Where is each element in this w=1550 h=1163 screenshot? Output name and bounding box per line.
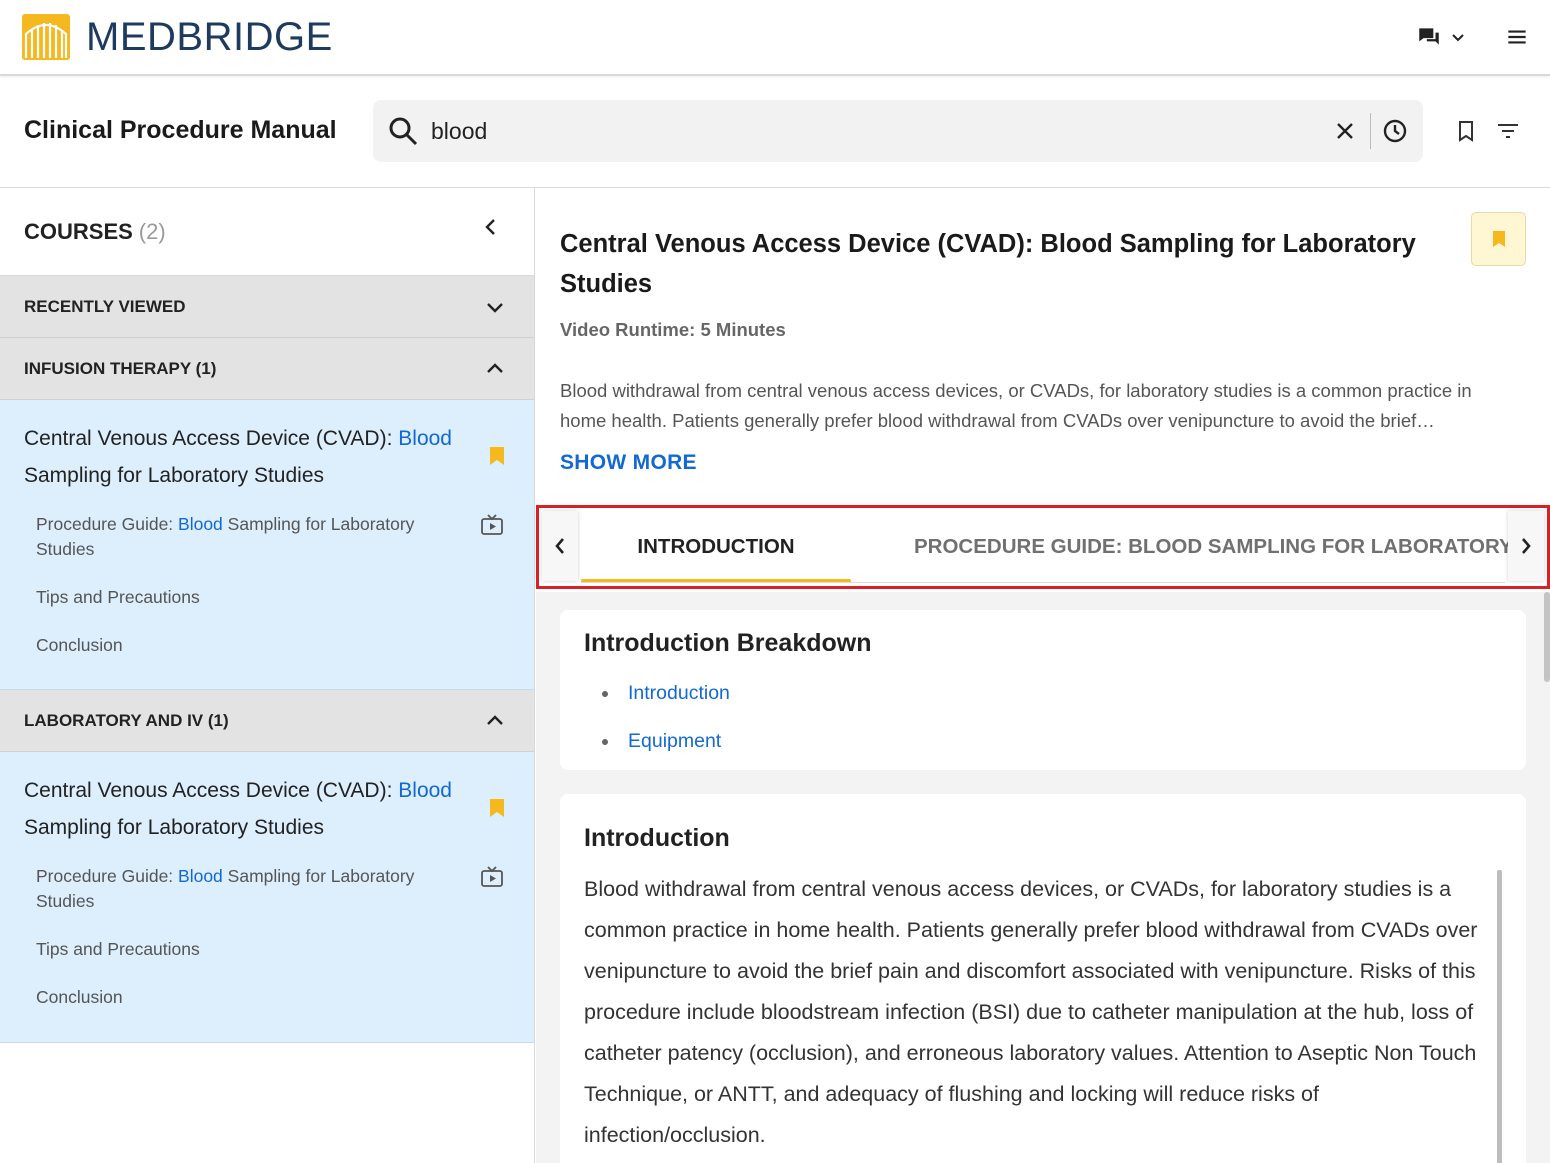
top-bar: MEDBRIDGE xyxy=(0,0,1550,76)
tab-scroll-left-button[interactable] xyxy=(542,511,578,581)
course-title-highlight: Blood xyxy=(398,779,452,802)
chat-icon xyxy=(1419,28,1439,45)
bookmark-icon[interactable] xyxy=(1453,118,1479,144)
breakdown-link-equipment[interactable]: Equipment xyxy=(602,730,730,778)
hamburger-menu-icon[interactable] xyxy=(1504,24,1530,50)
bookmark-filled-icon xyxy=(1492,231,1505,247)
introduction-text: Blood withdrawal from central venous acc… xyxy=(584,877,1478,1147)
section-label: LABORATORY AND IV (1) xyxy=(24,710,229,730)
course-item: Central Venous Access Device (CVAD): Blo… xyxy=(0,752,534,1043)
breakdown-title: Introduction Breakdown xyxy=(584,629,872,657)
course-subitem-procedure-guide[interactable]: Procedure Guide: Blood Sampling for Labo… xyxy=(0,864,534,914)
chevron-down-icon xyxy=(487,303,503,313)
course-title-highlight: Blood xyxy=(398,427,452,450)
course-detail-title: Central Venous Access Device (CVAD): Blo… xyxy=(560,230,1416,298)
course-title-suffix: Sampling for Laboratory Studies xyxy=(24,464,324,487)
tab-procedure-guide[interactable]: PROCEDURE GUIDE: BLOOD SAMPLING FOR LABO… xyxy=(914,508,1509,586)
bookmark-filled-icon[interactable] xyxy=(488,445,506,467)
course-item: Central Venous Access Device (CVAD): Blo… xyxy=(0,400,534,690)
introduction-title: Introduction xyxy=(584,824,730,852)
brand-name: MEDBRIDGE xyxy=(86,14,333,59)
bookmark-filled-icon[interactable] xyxy=(488,797,506,819)
search-input[interactable] xyxy=(431,117,1311,145)
page-title: Clinical Procedure Manual xyxy=(24,116,337,144)
introduction-card: Introduction Blood withdrawal from centr… xyxy=(560,794,1526,1163)
chevron-down-icon xyxy=(1452,34,1464,42)
breakdown-card: Introduction Breakdown Introduction Equi… xyxy=(560,610,1526,770)
course-detail: Central Venous Access Device (CVAD): Blo… xyxy=(536,188,1550,1163)
course-title-suffix: Sampling for Laboratory Studies xyxy=(24,816,324,839)
tab-divider xyxy=(581,582,1505,583)
video-runtime: Video Runtime: 5 Minutes xyxy=(560,319,786,340)
filter-icon[interactable] xyxy=(1494,118,1522,144)
courses-count: (2) xyxy=(138,218,166,244)
chevron-up-icon xyxy=(487,363,503,373)
chevron-left-icon[interactable] xyxy=(480,216,502,238)
search-icon xyxy=(389,117,418,146)
chat-menu-button[interactable] xyxy=(1416,24,1466,50)
bookmark-button[interactable] xyxy=(1471,212,1526,266)
video-icon xyxy=(481,514,503,535)
section-infusion-therapy[interactable]: INFUSION THERAPY (1) xyxy=(0,338,534,400)
section-laboratory-iv[interactable]: LABORATORY AND IV (1) xyxy=(0,690,534,752)
tab-strip: INTRODUCTION PROCEDURE GUIDE: BLOOD SAMP… xyxy=(581,508,1509,586)
tab-content: Introduction Breakdown Introduction Equi… xyxy=(536,592,1550,1163)
tab-introduction[interactable]: INTRODUCTION xyxy=(581,508,851,586)
breakdown-link-introduction[interactable]: Introduction xyxy=(602,682,730,730)
section-recently-viewed[interactable]: RECENTLY VIEWED xyxy=(0,276,534,338)
tab-bar: INTRODUCTION PROCEDURE GUIDE: BLOOD SAMP… xyxy=(536,505,1550,589)
subitem-prefix: Procedure Guide: xyxy=(36,514,179,534)
chevron-right-icon xyxy=(1522,538,1531,554)
course-description: Blood withdrawal from central venous acc… xyxy=(560,380,1472,431)
course-subitem-conclusion[interactable]: Conclusion xyxy=(0,633,534,658)
history-clock-icon[interactable] xyxy=(1381,117,1409,145)
show-more-link[interactable]: SHOW MORE xyxy=(560,451,697,475)
medbridge-logo-icon xyxy=(22,14,70,60)
course-subitem-tips[interactable]: Tips and Precautions xyxy=(0,937,534,962)
text-scrollbar[interactable] xyxy=(1497,870,1502,1163)
breakdown-list: Introduction Equipment xyxy=(602,682,730,778)
tab-scroll-right-button[interactable] xyxy=(1508,511,1544,581)
chevron-left-icon xyxy=(555,538,564,554)
course-title-prefix: Central Venous Access Device (CVAD): xyxy=(24,779,399,802)
brand-logo[interactable]: MEDBRIDGE xyxy=(22,14,333,60)
courses-label: COURSES xyxy=(24,218,133,244)
course-subitem-tips[interactable]: Tips and Precautions xyxy=(0,585,534,610)
search-bar xyxy=(373,100,1423,162)
content-scrollbar[interactable] xyxy=(1544,592,1550,682)
section-label: INFUSION THERAPY (1) xyxy=(24,358,217,378)
page-header: Clinical Procedure Manual xyxy=(0,78,1550,188)
section-label: RECENTLY VIEWED xyxy=(24,296,186,316)
search-divider xyxy=(1370,113,1371,149)
chevron-up-icon xyxy=(487,715,503,725)
course-title[interactable]: Central Venous Access Device (CVAD): Blo… xyxy=(0,772,534,846)
close-icon[interactable] xyxy=(1331,117,1359,145)
course-subitem-conclusion[interactable]: Conclusion xyxy=(0,985,534,1010)
subitem-highlight: Blood xyxy=(178,866,223,886)
subitem-highlight: Blood xyxy=(178,514,223,534)
course-title-prefix: Central Venous Access Device (CVAD): xyxy=(24,427,399,450)
subitem-prefix: Procedure Guide: xyxy=(36,866,179,886)
course-subitem-procedure-guide[interactable]: Procedure Guide: Blood Sampling for Labo… xyxy=(0,512,534,562)
course-title[interactable]: Central Venous Access Device (CVAD): Blo… xyxy=(0,420,534,494)
courses-header: COURSES (2) xyxy=(0,188,534,276)
courses-sidebar: COURSES (2) RECENTLY VIEWED INFUSION THE… xyxy=(0,188,535,1163)
video-icon xyxy=(481,866,503,887)
